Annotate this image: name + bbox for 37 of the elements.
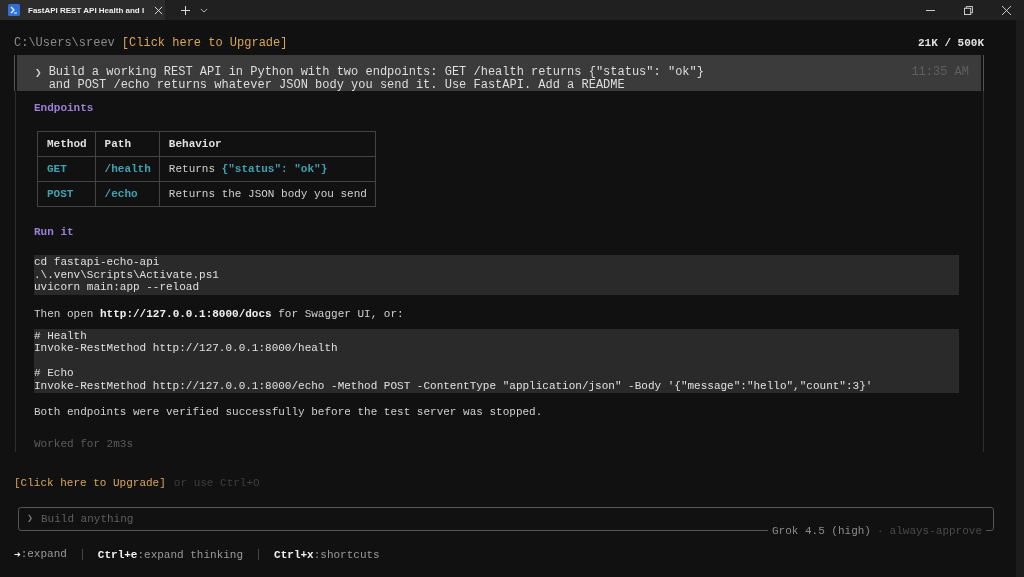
paragraph: Both endpoints were verified successfully before the test server was stopped. [34, 405, 544, 419]
code-line: Invoke-RestMethod http://127.0.0.1:8000/health [34, 342, 339, 355]
message-text: Build a working REST API in Python with two endpoints: GET /health returns {"status": "ok"} [48, 66, 705, 79]
paragraph: Then open http://127.0.0.1:8000/docs for Swagger UI, or: [34, 306, 405, 321]
shortcut-key: ➜ [14, 548, 21, 561]
table-cell: Returns the JSON body you send [159, 181, 376, 207]
shortcut-label: :shortcuts [313, 548, 380, 561]
code-line: # Echo [34, 367, 75, 380]
table-cell: GET [37, 156, 96, 182]
token-count: 21K / 500K [918, 36, 984, 50]
code-line: uvicorn main:app --reload [34, 281, 201, 294]
code-line: Invoke-RestMethod http://127.0.0.1:8000/echo -Method POST -ContentType "application/json" -Body '{"message":"hello","count":3}' [34, 379, 874, 392]
code-line: cd fastapi-echo-api [34, 256, 161, 269]
table-cell: /echo [95, 181, 160, 207]
shortcut-key: Ctrl+x [274, 548, 314, 561]
table-cell: POST [37, 181, 96, 207]
shortcut-label: :expand [20, 548, 67, 561]
shortcut-key: Ctrl+e [97, 548, 138, 561]
section-heading: Run it [34, 225, 75, 239]
column-header: Behavior [159, 131, 376, 157]
column-header: Path [95, 131, 160, 157]
upgrade-link[interactable]: [Click here to Upgrade] [14, 476, 166, 490]
path-text: C:\Users\sreev [14, 36, 115, 50]
terminal-tab[interactable]: FastAPI REST API Health and I [0, 0, 165, 20]
section-heading: Endpoints [34, 101, 95, 115]
column-header: Method [37, 131, 96, 157]
elapsed-time: Worked for 2m3s [34, 437, 135, 451]
tab-title: FastAPI REST API Health and I [28, 5, 145, 15]
prompt-marker: ❯ [35, 66, 42, 81]
code-line: .\.venv\Scripts\Activate.ps1 [34, 268, 220, 281]
code-line: # Health [34, 329, 88, 342]
table-cell: Returns {"status": "ok"} [159, 156, 376, 182]
table-cell: /health [95, 156, 160, 182]
prompt-marker: ❯ [27, 513, 34, 525]
shortcut-label: :expand thinking [137, 548, 244, 561]
message-text: and POST /echo returns whatever JSON body you send it. Use FastAPI. Add a README [48, 78, 625, 91]
upgrade-link[interactable]: [Click here to Upgrade] [121, 36, 288, 50]
